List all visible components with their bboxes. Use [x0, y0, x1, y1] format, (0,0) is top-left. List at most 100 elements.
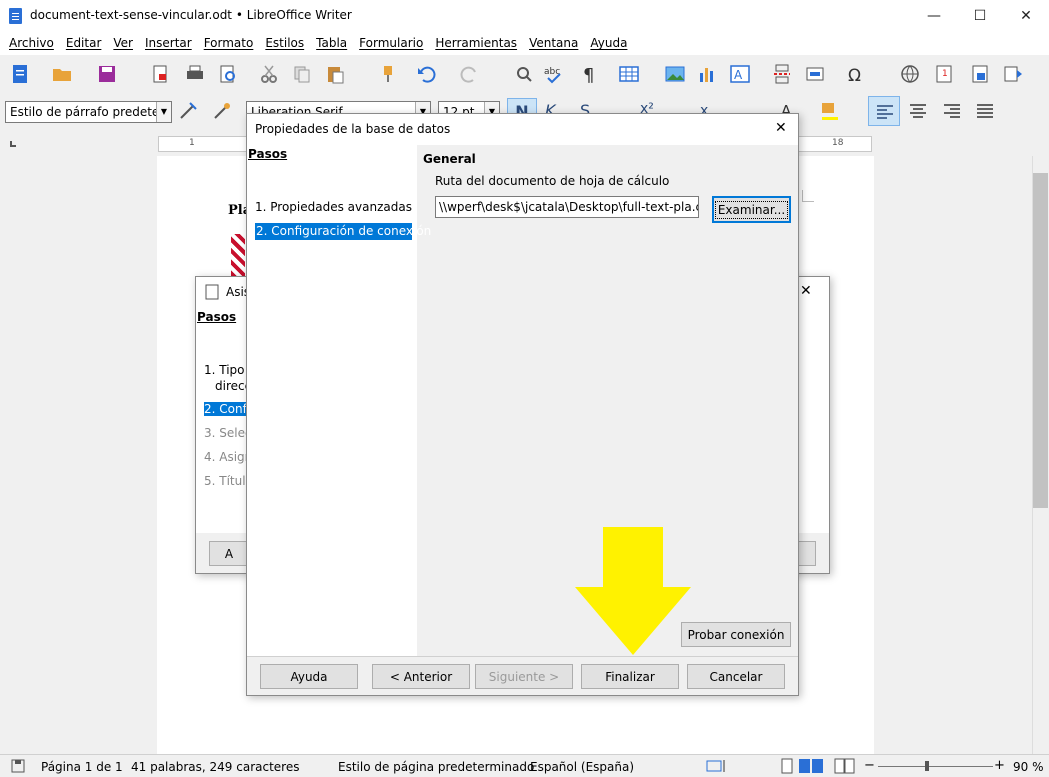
zoom-in-button[interactable]: +: [994, 758, 1005, 773]
cancel-button[interactable]: Cancelar: [687, 664, 785, 689]
browse-button-label: Examinar...: [714, 200, 789, 219]
menu-formato[interactable]: Formato: [198, 36, 260, 50]
spelling-icon[interactable]: abc: [544, 64, 564, 84]
title-bar: document-text-sense-vincular.odt • Libre…: [0, 0, 1049, 31]
language[interactable]: Español (España): [530, 760, 634, 774]
close-window-button[interactable]: ✕: [1003, 0, 1049, 31]
dialog-steps-panel: Pasos 1. Propiedades avanzadas 2. Config…: [247, 145, 431, 656]
align-left-icon: [877, 105, 893, 119]
menu-insertar[interactable]: Insertar: [139, 36, 198, 50]
menu-ver[interactable]: Ver: [107, 36, 139, 50]
copy-icon[interactable]: [292, 64, 312, 84]
insert-footnote-icon[interactable]: 1: [934, 64, 954, 84]
save-icon[interactable]: [97, 64, 117, 84]
insert-hyperlink-icon[interactable]: [900, 64, 920, 84]
menu-estilos[interactable]: Estilos: [259, 36, 310, 50]
ruler-mark-right: 18: [832, 138, 844, 148]
step-connection-settings[interactable]: 2. Configuración de conexión: [255, 223, 431, 240]
zoom-slider-handle[interactable]: [925, 761, 929, 771]
single-page-view-icon[interactable]: [779, 758, 795, 774]
scrollbar-thumb[interactable]: [1033, 173, 1048, 508]
align-left-button[interactable]: [868, 96, 900, 126]
find-replace-icon[interactable]: [514, 64, 534, 84]
menu-ayuda[interactable]: Ayuda: [584, 36, 633, 50]
align-center-icon[interactable]: [908, 101, 928, 121]
insert-image-icon[interactable]: [665, 64, 685, 84]
new-style-icon[interactable]: [212, 101, 232, 121]
open-folder-icon[interactable]: [52, 64, 72, 84]
yellow-arrow-down-icon: [575, 527, 691, 655]
ruler-mark-left: 1: [189, 138, 195, 148]
paragraph-style-value: Estilo de párrafo predeterminado: [10, 105, 171, 119]
standard-toolbar: abc ¶ A Ω 1: [0, 58, 1049, 90]
assistant-step-2[interactable]: 2. Config: [204, 402, 258, 416]
zoom-slider[interactable]: [878, 766, 993, 767]
path-input[interactable]: \\wperf\desk$\jcatala\Desktop\full-text-…: [435, 196, 699, 218]
highlight-color-icon[interactable]: [820, 101, 840, 121]
menu-archivo[interactable]: Archivo: [3, 36, 60, 50]
document-modified-icon[interactable]: [10, 758, 26, 774]
print-preview-icon[interactable]: [218, 64, 238, 84]
menu-herramientas[interactable]: Herramientas: [429, 36, 523, 50]
help-button[interactable]: Ayuda: [260, 664, 358, 689]
menu-ventana[interactable]: Ventana: [523, 36, 584, 50]
paragraph-style-combo[interactable]: Estilo de párrafo predeterminado ▼: [5, 101, 172, 123]
update-style-icon[interactable]: [178, 101, 198, 121]
previous-button[interactable]: < Anterior: [372, 664, 470, 689]
browse-button[interactable]: Examinar...: [712, 196, 791, 223]
more-toolbar-icon[interactable]: [1003, 64, 1023, 84]
status-bar: Página 1 de 1 41 palabras, 249 caractere…: [0, 754, 1049, 777]
writer-app-icon: [9, 8, 22, 24]
document-icon: [205, 284, 219, 300]
new-document-icon[interactable]: [10, 64, 30, 84]
paste-icon[interactable]: [325, 64, 345, 84]
menu-tabla[interactable]: Tabla: [310, 36, 353, 50]
insert-table-icon[interactable]: [619, 64, 639, 84]
undo-icon[interactable]: [416, 64, 436, 84]
chevron-down-icon[interactable]: ▼: [156, 102, 171, 122]
export-pdf-icon[interactable]: [150, 64, 170, 84]
align-right-icon[interactable]: [942, 101, 962, 121]
margin-corner-mark: [802, 190, 814, 202]
page-style[interactable]: Estilo de página predeterminado: [338, 760, 534, 774]
justify-icon[interactable]: [975, 101, 995, 121]
assistant-help-button[interactable]: A: [209, 541, 249, 566]
assistant-close-button[interactable]: ✕: [800, 283, 812, 299]
word-count[interactable]: 41 palabras, 249 caracteres: [131, 760, 299, 774]
minimize-button[interactable]: —: [911, 0, 957, 31]
menu-editar[interactable]: Editar: [60, 36, 108, 50]
svg-text:Ω: Ω: [848, 66, 861, 84]
multi-page-view-icon[interactable]: [798, 758, 826, 774]
test-connection-button[interactable]: Probar conexión: [681, 622, 791, 647]
book-view-icon[interactable]: [834, 758, 856, 774]
cut-icon[interactable]: [259, 64, 279, 84]
dialog-steps-header: Pasos: [248, 147, 288, 161]
tab-stop-icon[interactable]: [10, 141, 16, 147]
dialog-divider: [247, 656, 798, 657]
formatting-marks-icon[interactable]: ¶: [580, 64, 600, 84]
dialog-close-button[interactable]: ✕: [775, 120, 787, 136]
zoom-out-button[interactable]: −: [864, 758, 875, 773]
redo-icon[interactable]: [460, 64, 480, 84]
maximize-button[interactable]: ☐: [957, 0, 1003, 31]
menu-formulario[interactable]: Formulario: [353, 36, 429, 50]
path-label: Ruta del documento de hoja de cálculo: [435, 174, 670, 188]
insert-textbox-icon[interactable]: A: [730, 64, 750, 84]
step-advanced-properties[interactable]: 1. Propiedades avanzadas: [255, 200, 412, 214]
insert-field-icon[interactable]: [805, 64, 825, 84]
page-count[interactable]: Página 1 de 1: [41, 760, 123, 774]
insert-chart-icon[interactable]: [697, 64, 717, 84]
print-icon[interactable]: [185, 64, 205, 84]
database-properties-dialog: Propiedades de la base de datos ✕ Pasos …: [246, 113, 799, 696]
next-button[interactable]: Siguiente >: [475, 664, 573, 689]
insert-page-break-icon[interactable]: [772, 64, 792, 84]
insert-endnote-icon[interactable]: [970, 64, 990, 84]
insert-mode-icon[interactable]: [706, 759, 726, 773]
zoom-level[interactable]: 90 %: [1013, 760, 1044, 774]
section-general-label: General: [423, 152, 476, 166]
finish-button[interactable]: Finalizar: [581, 664, 679, 689]
special-character-icon[interactable]: Ω: [846, 64, 866, 84]
dialog-titlebar: Propiedades de la base de datos ✕: [247, 114, 798, 145]
clone-formatting-icon[interactable]: [378, 64, 398, 84]
assistant-step-5[interactable]: 5. Títul: [204, 474, 246, 488]
